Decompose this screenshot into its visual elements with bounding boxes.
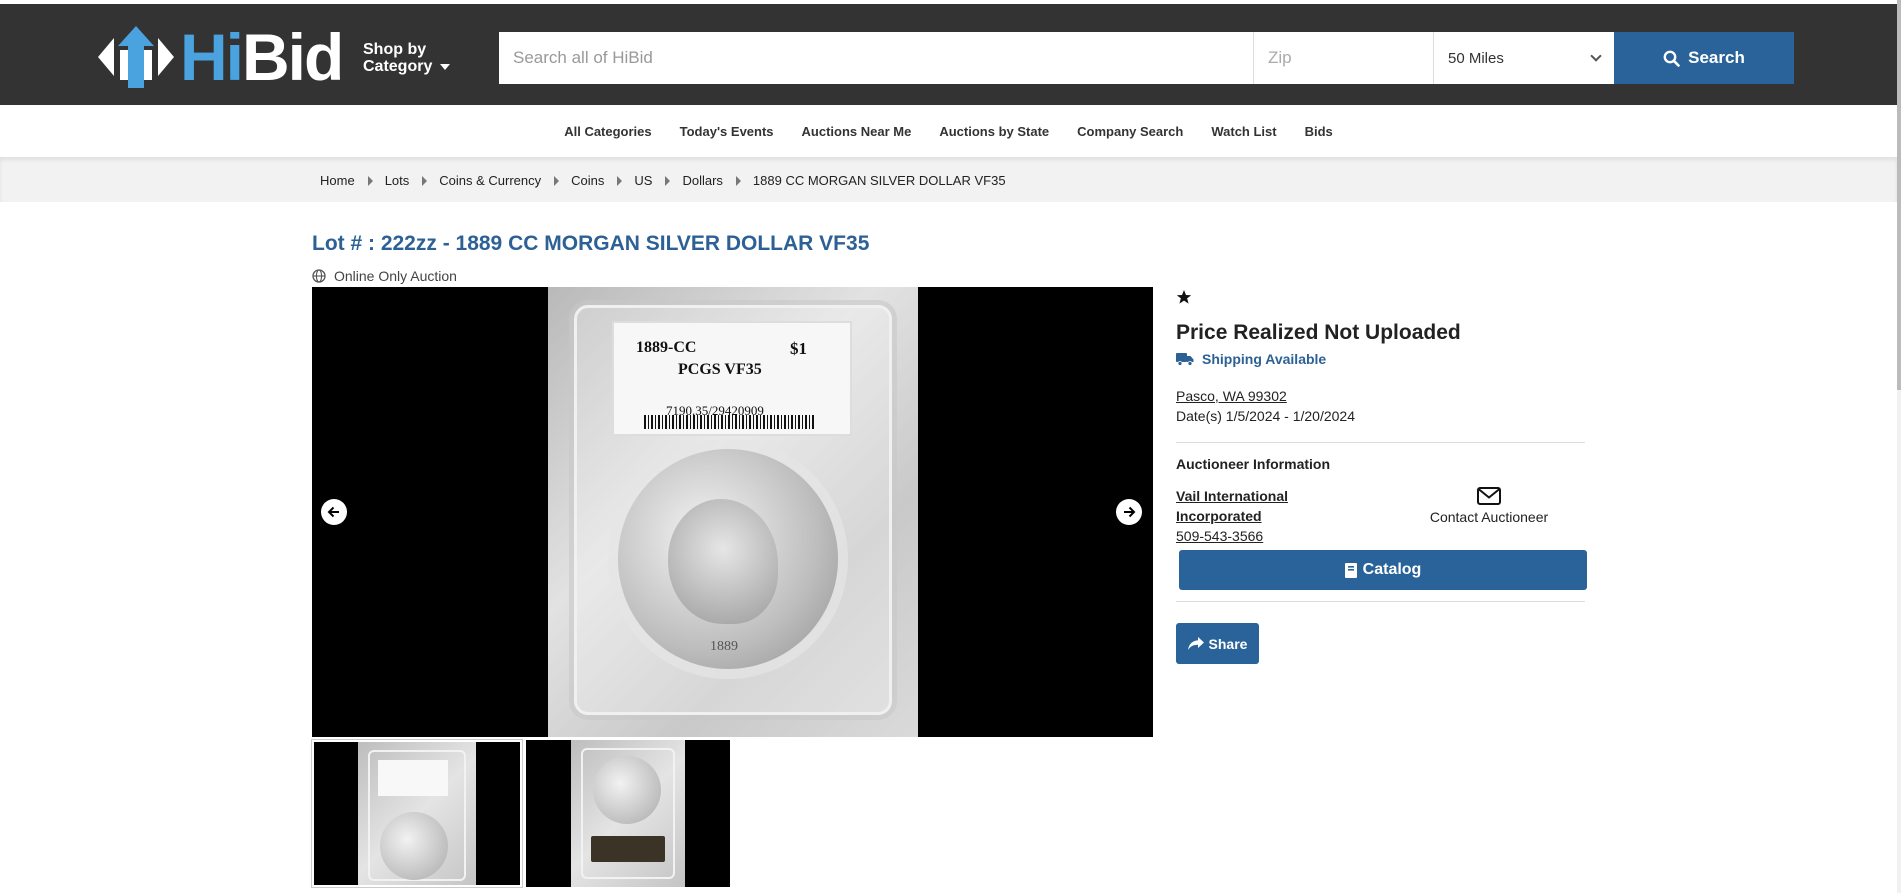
distance-value: 50 Miles (1448, 49, 1504, 67)
breadcrumb-dollars[interactable]: Dollars (682, 173, 722, 188)
auction-type: Online Only Auction (312, 268, 457, 284)
nav-all-categories[interactable]: All Categories (564, 124, 651, 139)
logo-arrows-icon (98, 26, 174, 88)
breadcrumb-current-lot: 1889 CC MORGAN SILVER DOLLAR VF35 (752, 173, 1006, 188)
distance-select[interactable]: 50 Miles (1434, 32, 1614, 84)
caret-right-icon (665, 175, 671, 186)
nav-watch-list[interactable]: Watch List (1211, 124, 1276, 139)
caret-right-icon (367, 175, 373, 186)
image-viewer[interactable]: 1889-CC $1 PCGS VF35 7190.35/29420909 18… (312, 287, 1153, 737)
auction-dates: Date(s) 1/5/2024 - 1/20/2024 (1176, 408, 1356, 424)
shipping-label: Shipping Available (1202, 351, 1327, 367)
chevron-down-icon (1590, 50, 1602, 62)
truck-icon (1176, 353, 1194, 366)
globe-icon (312, 269, 326, 283)
search-input[interactable]: Search all of HiBid (499, 32, 1254, 84)
auction-type-label: Online Only Auction (334, 268, 457, 284)
search-placeholder: Search all of HiBid (513, 48, 653, 67)
thumbnail-photo (571, 740, 685, 887)
shop-by-category-menu[interactable]: Shop by Category (363, 41, 451, 75)
auctioneer-heading: Auctioneer Information (1176, 456, 1331, 472)
top-header: HiBid Shop by Category Search all of HiB… (0, 4, 1897, 105)
shipping-info: Shipping Available (1176, 351, 1326, 367)
catalog-button-label: Catalog (1362, 561, 1422, 578)
location-link[interactable]: Pasco, WA 99302 (1176, 388, 1287, 404)
breadcrumb-us[interactable]: US (634, 173, 652, 188)
slab-label: 1889-CC $1 PCGS VF35 7190.35/29420909 (612, 321, 852, 436)
zip-placeholder: Zip (1268, 48, 1292, 67)
contact-auctioneer-button[interactable]: Contact Auctioneer (1424, 487, 1554, 525)
search-button[interactable]: Search (1614, 32, 1794, 84)
scrollbar-thumb[interactable] (1897, 0, 1901, 390)
slab-year: 1889-CC (636, 339, 697, 356)
main-nav: All Categories Today's Events Auctions N… (0, 105, 1897, 157)
caret-right-icon (617, 175, 623, 186)
envelope-icon (1477, 487, 1501, 505)
logo-wordmark: HiBid (180, 20, 344, 94)
category-label: Category (363, 58, 433, 75)
search-button-label: Search (1688, 48, 1745, 67)
divider (1176, 601, 1585, 602)
coin: 1889 (618, 449, 838, 669)
zip-input[interactable]: Zip (1254, 32, 1434, 84)
thumbnail-coin (593, 756, 661, 824)
breadcrumb-lots[interactable]: Lots (385, 173, 410, 188)
contact-auctioneer-label: Contact Auctioneer (1429, 509, 1549, 525)
thumbnail-label (378, 760, 448, 796)
divider (1176, 442, 1585, 443)
breadcrumb-coins[interactable]: Coins (571, 173, 604, 188)
caret-right-icon (554, 175, 560, 186)
thumbnail-1[interactable] (311, 739, 523, 888)
thumbnail-label (591, 836, 665, 862)
nav-todays-events[interactable]: Today's Events (680, 124, 774, 139)
thumbnail-coin (380, 812, 448, 880)
shop-by-label: Shop by (363, 41, 427, 58)
share-button[interactable]: Share (1176, 623, 1259, 664)
auctioneer-phone-link[interactable]: 509-543-3566 (1176, 528, 1263, 544)
caret-right-icon (422, 175, 428, 186)
slab-grade: PCGS VF35 (678, 361, 762, 378)
coin-portrait (668, 499, 778, 624)
thumbnail-photo (358, 742, 476, 885)
book-icon (1344, 562, 1357, 578)
star-icon[interactable] (1176, 289, 1192, 305)
breadcrumb-bar: Home Lots Coins & Currency Coins US Doll… (0, 157, 1897, 202)
lot-main-photo[interactable]: 1889-CC $1 PCGS VF35 7190.35/29420909 18… (548, 287, 918, 737)
breadcrumb: Home Lots Coins & Currency Coins US Doll… (320, 173, 1006, 188)
share-button-label: Share (1208, 635, 1248, 652)
nav-auctions-near-me[interactable]: Auctions Near Me (802, 124, 912, 139)
slab-denomination: $1 (790, 339, 807, 358)
hibid-logo[interactable]: HiBid (98, 24, 348, 90)
auctioneer-name-link[interactable]: Vail International Incorporated (1176, 486, 1326, 526)
search-icon (1663, 50, 1680, 67)
previous-image-button[interactable] (321, 499, 347, 525)
nav-auctions-by-state[interactable]: Auctions by State (939, 124, 1049, 139)
page-scrollbar[interactable] (1897, 0, 1901, 893)
nav-company-search[interactable]: Company Search (1077, 124, 1183, 139)
nav-bids[interactable]: Bids (1305, 124, 1333, 139)
breadcrumb-home[interactable]: Home (320, 173, 355, 188)
price-status: Price Realized Not Uploaded (1176, 321, 1461, 344)
next-image-button[interactable] (1116, 499, 1142, 525)
caret-down-icon (440, 63, 451, 70)
share-icon (1187, 636, 1204, 650)
arrow-left-icon (327, 506, 339, 518)
thumbnail-2[interactable] (526, 740, 730, 887)
coin-date: 1889 (710, 639, 738, 654)
barcode (644, 415, 814, 429)
lot-title: Lot # : 222zz - 1889 CC MORGAN SILVER DO… (312, 232, 870, 255)
catalog-button[interactable]: Catalog (1179, 550, 1587, 590)
caret-right-icon (735, 175, 741, 186)
breadcrumb-coins-currency[interactable]: Coins & Currency (439, 173, 541, 188)
arrow-right-icon (1124, 506, 1136, 518)
